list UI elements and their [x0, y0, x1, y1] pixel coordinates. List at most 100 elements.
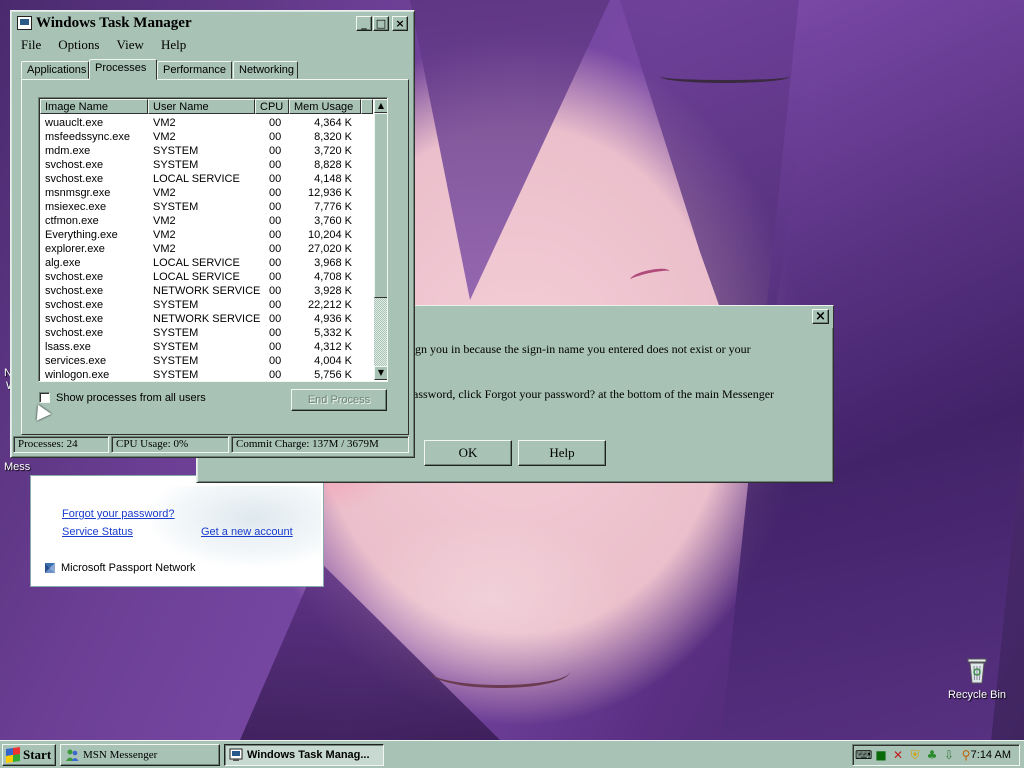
msn-icon[interactable]: ♣	[925, 748, 939, 762]
status-cpu-usage: CPU Usage: 0%	[111, 436, 229, 453]
process-row[interactable]: svchost.exe LOCAL SERVICE 00 4,708 K	[40, 270, 372, 284]
recycle-bin-label: Recycle Bin	[947, 689, 1007, 701]
update-icon[interactable]: ⇩	[942, 748, 956, 762]
minimize-button[interactable]: _	[356, 16, 372, 31]
tab-performance[interactable]: Performance	[157, 61, 232, 79]
task-manager-app-icon[interactable]	[17, 16, 32, 30]
column-mem-usage[interactable]: Mem Usage	[289, 99, 361, 114]
get-new-account-link[interactable]: Get a new account	[201, 526, 293, 538]
taskbar-item-label: MSN Messenger	[83, 749, 158, 761]
process-list[interactable]: Image Name User Name CPU Mem Usage wuauc…	[38, 97, 388, 382]
process-row[interactable]: svchost.exe NETWORK SERVICE 00 4,936 K	[40, 312, 372, 326]
process-cpu: 00	[269, 117, 282, 129]
process-cpu: 00	[269, 187, 282, 199]
network-icon[interactable]: ✕	[891, 748, 905, 762]
process-row[interactable]: winlogon.exe SYSTEM 00 5,756 K	[40, 368, 372, 381]
process-image-name: wuauclt.exe	[45, 117, 104, 129]
keyboard-icon[interactable]: ⌨	[855, 748, 872, 762]
task-manager-window: Windows Task Manager _ □ × File Options …	[10, 10, 415, 458]
column-image-name[interactable]: Image Name	[40, 99, 148, 114]
process-user-name: VM2	[153, 187, 176, 199]
process-row[interactable]: svchost.exe SYSTEM 00 8,828 K	[40, 158, 372, 172]
process-mem-usage: 5,332 K	[314, 327, 352, 339]
process-row[interactable]: svchost.exe SYSTEM 00 5,332 K	[40, 326, 372, 340]
system-tray: ⌨ ■ ✕ ⛨ ♣ ⇩ ⚲ 7:14 AM	[852, 744, 1020, 766]
process-mem-usage: 4,148 K	[314, 173, 352, 185]
show-all-users-option[interactable]: Show processes from all users	[39, 392, 206, 404]
process-user-name: NETWORK SERVICE	[153, 285, 261, 297]
process-row[interactable]: alg.exe LOCAL SERVICE 00 3,968 K	[40, 256, 372, 270]
process-mem-usage: 4,936 K	[314, 313, 352, 325]
process-row[interactable]: ctfmon.exe VM2 00 3,760 K	[40, 214, 372, 228]
task-manager-title-bar[interactable]: Windows Task Manager _ □ ×	[14, 14, 409, 34]
process-user-name: SYSTEM	[153, 369, 199, 381]
menu-options[interactable]: Options	[58, 37, 99, 53]
process-user-name: VM2	[153, 215, 176, 227]
maximize-button[interactable]: □	[373, 16, 389, 31]
menu-file[interactable]: File	[21, 37, 41, 53]
tab-networking[interactable]: Networking	[233, 61, 298, 79]
process-list-scrollbar[interactable]: ▲ ▼	[374, 99, 387, 380]
tab-applications[interactable]: Applications	[21, 61, 89, 79]
process-row[interactable]: explorer.exe VM2 00 27,020 K	[40, 242, 372, 256]
process-user-name: SYSTEM	[153, 145, 199, 157]
process-row[interactable]: msnmsgr.exe VM2 00 12,936 K	[40, 186, 372, 200]
process-image-name: services.exe	[45, 355, 107, 367]
process-user-name: VM2	[153, 229, 176, 241]
task-manager-tray-icon[interactable]: ■	[874, 748, 888, 762]
process-row[interactable]: msfeedssync.exe VM2 00 8,320 K	[40, 130, 372, 144]
process-row[interactable]: svchost.exe LOCAL SERVICE 00 4,148 K	[40, 172, 372, 186]
process-image-name: svchost.exe	[45, 159, 104, 171]
wallpaper-mouth	[430, 655, 570, 688]
scroll-up-button[interactable]: ▲	[374, 99, 387, 113]
process-row[interactable]: lsass.exe SYSTEM 00 4,312 K	[40, 340, 372, 354]
process-mem-usage: 4,004 K	[314, 355, 352, 367]
process-cpu: 00	[269, 257, 282, 269]
process-row[interactable]: mdm.exe SYSTEM 00 3,720 K	[40, 144, 372, 158]
process-user-name: SYSTEM	[153, 341, 199, 353]
service-status-link[interactable]: Service Status	[62, 526, 133, 538]
process-row[interactable]: Everything.exe VM2 00 10,204 K	[40, 228, 372, 242]
msn-signin-window: Forgot your password? Service Status Get…	[30, 475, 324, 587]
process-cpu: 00	[269, 299, 282, 311]
taskbar: Start MSN Messenger Windows Task Manag..…	[0, 740, 1024, 768]
help-button[interactable]: Help	[518, 440, 606, 466]
process-cpu: 00	[269, 215, 282, 227]
process-cpu: 00	[269, 201, 282, 213]
process-cpu: 00	[269, 327, 282, 339]
process-image-name: svchost.exe	[45, 285, 104, 297]
process-user-name: SYSTEM	[153, 327, 199, 339]
taskbar-item-msn-messenger[interactable]: MSN Messenger	[60, 744, 220, 766]
forgot-password-link[interactable]: Forgot your password?	[62, 508, 175, 520]
start-button[interactable]: Start	[2, 744, 56, 766]
dialog-close-button[interactable]: ×	[812, 309, 829, 324]
process-row[interactable]: services.exe SYSTEM 00 4,004 K	[40, 354, 372, 368]
column-cpu[interactable]: CPU	[255, 99, 289, 114]
process-row[interactable]: svchost.exe NETWORK SERVICE 00 3,928 K	[40, 284, 372, 298]
process-mem-usage: 3,760 K	[314, 215, 352, 227]
menu-bar: File Options View Help	[21, 37, 200, 55]
menu-view[interactable]: View	[117, 37, 144, 53]
process-row[interactable]: msiexec.exe SYSTEM 00 7,776 K	[40, 200, 372, 214]
process-user-name: VM2	[153, 243, 176, 255]
passport-label: Microsoft Passport Network	[61, 561, 196, 574]
task-manager-icon	[229, 748, 243, 761]
process-image-name: msfeedssync.exe	[45, 131, 130, 143]
scroll-thumb[interactable]	[374, 113, 387, 298]
process-row[interactable]: wuauclt.exe VM2 00 4,364 K	[40, 116, 372, 130]
desktop-icon-label-messenger[interactable]: Mess	[4, 461, 30, 473]
taskbar-item-task-manager[interactable]: Windows Task Manag...	[224, 744, 384, 766]
close-button[interactable]: ×	[392, 16, 408, 31]
end-process-button[interactable]: End Process	[291, 389, 387, 411]
scroll-down-button[interactable]: ▼	[374, 366, 387, 380]
process-row[interactable]: svchost.exe SYSTEM 00 22,212 K	[40, 298, 372, 312]
menu-help[interactable]: Help	[161, 37, 186, 53]
clock[interactable]: 7:14 AM	[971, 745, 1011, 765]
security-shield-icon[interactable]: ⛨	[908, 748, 922, 762]
recycle-bin-shortcut[interactable]: Recycle Bin	[940, 655, 1014, 701]
column-user-name[interactable]: User Name	[148, 99, 255, 114]
tab-processes[interactable]: Processes	[89, 59, 157, 80]
ok-button[interactable]: OK	[424, 440, 512, 466]
process-cpu: 00	[269, 229, 282, 241]
process-user-name: LOCAL SERVICE	[153, 173, 240, 185]
